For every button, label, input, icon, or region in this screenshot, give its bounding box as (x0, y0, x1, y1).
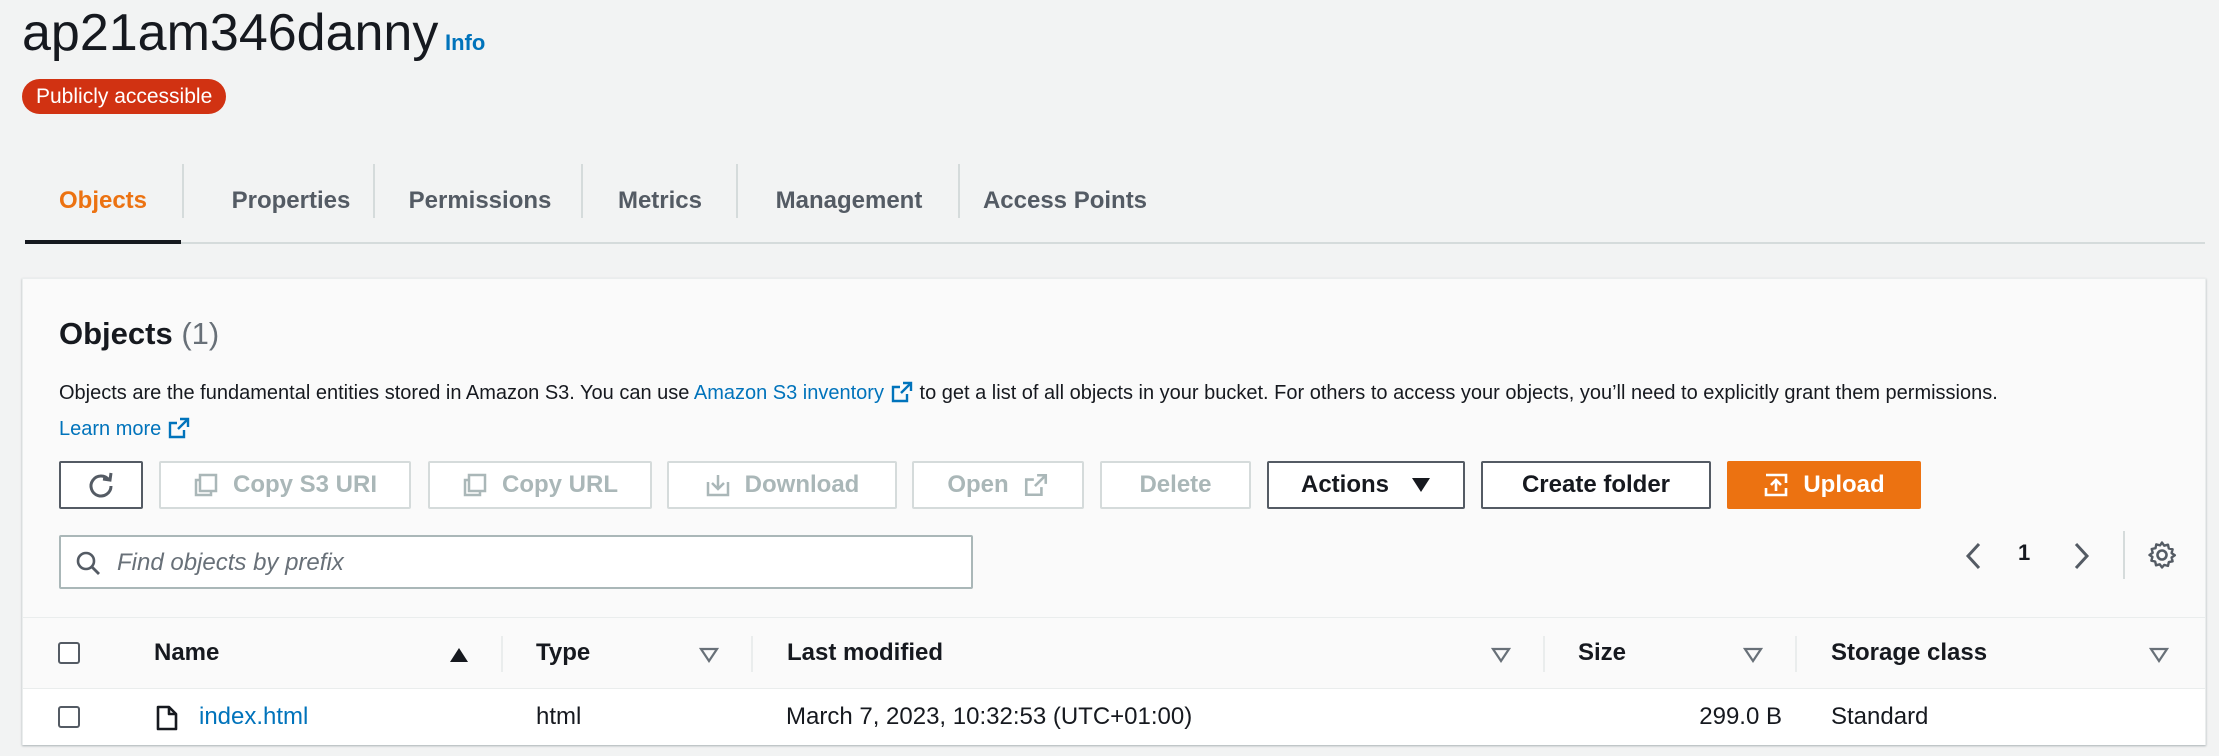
objects-panel: Objects (1) Objects are the fundamental … (22, 278, 2206, 745)
pagination-divider (2123, 531, 2125, 579)
s3-inventory-link[interactable]: Amazon S3 inventory (694, 381, 914, 404)
download-button[interactable]: Download (667, 461, 897, 509)
sort-icon[interactable] (2149, 647, 2169, 663)
column-header-type[interactable]: Type (536, 618, 590, 688)
download-icon (706, 475, 729, 497)
object-type-cell: html (536, 703, 582, 730)
object-name-cell[interactable]: index.html (199, 689, 308, 745)
tab-objects[interactable]: Objects (25, 160, 181, 244)
next-page-icon[interactable] (2068, 541, 2094, 571)
bucket-tabs: Objects Properties Permissions Metrics M… (25, 160, 2205, 244)
objects-table-header: Name Type Last modified Size Storage cla… (23, 617, 2205, 689)
column-header-name[interactable]: Name (154, 618, 219, 688)
description-text-start: Objects are the fundamental entities sto… (59, 382, 694, 404)
external-link-icon (891, 381, 913, 403)
column-header-last-modified[interactable]: Last modified (787, 618, 943, 688)
settings-gear-icon[interactable] (2147, 540, 2177, 570)
sort-ascending-icon[interactable] (449, 647, 469, 663)
description-text-end: to get a list of all objects in your buc… (913, 382, 1998, 404)
external-link-icon (1024, 473, 1047, 497)
object-last-modified-cell: March 7, 2023, 10:32:53 (UTC+01:00) (786, 703, 1193, 730)
upload-icon (1765, 473, 1788, 497)
copy-url-button[interactable]: Copy URL (428, 461, 652, 509)
copy-icon (463, 473, 487, 497)
objects-heading: Objects (1) (59, 316, 219, 352)
external-link-icon (169, 417, 190, 439)
sort-icon[interactable] (1491, 647, 1511, 663)
tab-management[interactable]: Management (738, 160, 960, 242)
column-divider (751, 636, 753, 672)
objects-count: (1) (181, 316, 220, 351)
column-divider (501, 636, 503, 672)
file-icon (156, 705, 178, 731)
refresh-icon (89, 472, 113, 498)
select-all-checkbox[interactable] (58, 642, 80, 664)
caret-down-icon (1412, 478, 1430, 492)
copy-s3-uri-button[interactable]: Copy S3 URI (159, 461, 411, 509)
actions-dropdown[interactable]: Actions (1267, 461, 1465, 509)
create-folder-button[interactable]: Create folder (1481, 461, 1711, 509)
info-link[interactable]: Info (445, 30, 485, 56)
refresh-button[interactable] (59, 461, 143, 509)
row-select-checkbox[interactable] (58, 706, 80, 728)
search-box (59, 535, 973, 589)
tab-permissions[interactable]: Permissions (375, 160, 585, 242)
column-header-storage-class[interactable]: Storage class (1831, 618, 1987, 688)
objects-title: Objects (59, 316, 173, 351)
tab-properties[interactable]: Properties (184, 160, 398, 242)
copy-icon (194, 473, 218, 497)
object-storage-class-cell: Standard (1831, 703, 1929, 730)
table-row[interactable]: index.html html March 7, 2023, 10:32:53 … (23, 689, 2205, 745)
object-size-cell: 299.0 B (1699, 703, 1782, 730)
tab-access-points[interactable]: Access Points (960, 160, 1170, 242)
sort-icon[interactable] (1743, 647, 1763, 663)
current-page-number[interactable]: 1 (2018, 540, 2030, 566)
objects-description: Objects are the fundamental entities sto… (59, 375, 2179, 447)
delete-button[interactable]: Delete (1100, 461, 1251, 509)
public-access-badge: Publicly accessible (22, 79, 227, 114)
column-header-size[interactable]: Size (1578, 618, 1626, 688)
sort-icon[interactable] (699, 647, 719, 663)
object-name-link[interactable]: index.html (199, 703, 308, 731)
search-icon (76, 551, 100, 575)
column-divider (1543, 636, 1545, 672)
open-button[interactable]: Open (912, 461, 1084, 509)
bucket-title: ap21am346danny (22, 4, 439, 62)
upload-button[interactable]: Upload (1727, 461, 1921, 509)
search-input[interactable] (115, 537, 959, 589)
column-divider (1795, 636, 1797, 672)
learn-more-link[interactable]: Learn more (59, 417, 191, 440)
previous-page-icon[interactable] (1961, 541, 1987, 571)
tab-metrics[interactable]: Metrics (583, 160, 737, 242)
